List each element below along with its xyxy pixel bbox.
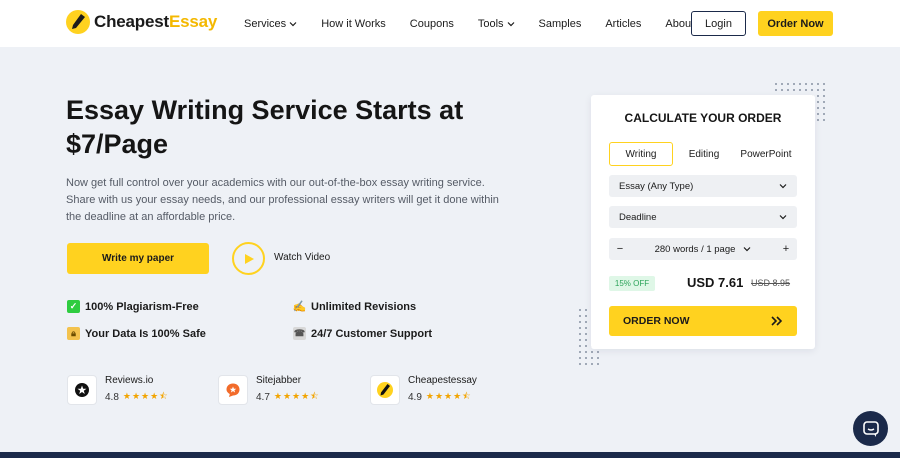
tab-editing[interactable]: Editing [673, 142, 735, 166]
support-icon: ☎ [293, 327, 306, 340]
order-calculator-card: CALCULATE YOUR ORDER Writing Editing Pow… [591, 95, 815, 349]
calculator-order-now-button[interactable]: ORDER NOW [609, 306, 797, 336]
deadline-select[interactable]: Deadline [609, 206, 797, 228]
lock-icon: 🔒︎ [67, 327, 80, 340]
sitejabber-logo-icon [218, 375, 248, 405]
star-rating: ★★★★⯪ [425, 391, 472, 401]
review-cheapestessay[interactable]: Cheapestessay 4.9 ★★★★⯪ [370, 375, 477, 405]
review-site-name: Sitejabber [256, 375, 302, 386]
paper-type-select[interactable]: Essay (Any Type) [609, 175, 797, 197]
review-site-name: Cheapestessay [408, 375, 477, 386]
feature-plagiarism-free: ✓ 100% Plagiarism-Free [67, 300, 199, 313]
chevron-down-icon [289, 21, 297, 26]
nav-item-samples[interactable]: Samples [539, 18, 582, 30]
login-button[interactable]: Login [691, 11, 746, 36]
star-rating: ★★★★⯪ [273, 391, 320, 401]
star-rating: ★★★★⯪ [122, 391, 169, 401]
total-price: USD 7.61 [687, 275, 744, 290]
main-nav: Services How it Works Coupons Tools Samp… [244, 0, 729, 47]
decrease-pages-button[interactable]: − [609, 243, 631, 255]
tab-powerpoint[interactable]: PowerPoint [735, 142, 797, 166]
feature-unlimited-revisions: ✍ Unlimited Revisions [292, 300, 417, 314]
chat-icon [862, 420, 879, 437]
play-icon [244, 253, 254, 264]
write-my-paper-button[interactable]: Write my paper [67, 243, 209, 274]
review-site-name: Reviews.io [105, 375, 154, 386]
service-tabs: Writing Editing PowerPoint [609, 142, 797, 166]
site-header: CheapestEssay Services How it Works Coup… [0, 0, 900, 47]
cheapestessay-logo-icon [370, 375, 400, 405]
pencil-icon: ✍ [292, 301, 307, 313]
review-score: 4.9 [408, 391, 422, 403]
nav-item-tools[interactable]: Tools [478, 18, 515, 30]
review-score: 4.7 [256, 391, 270, 403]
nav-item-how-it-works[interactable]: How it Works [321, 18, 386, 30]
reviews-io-logo-icon [67, 375, 97, 405]
order-now-header-button[interactable]: Order Now [758, 11, 833, 36]
watch-video-link[interactable]: Watch Video [274, 252, 330, 263]
feature-customer-support: ☎ 24/7 Customer Support [293, 327, 433, 340]
chevron-down-icon [779, 184, 787, 189]
increase-pages-button[interactable]: + [775, 243, 797, 255]
check-icon: ✓ [67, 300, 80, 313]
review-sitejabber[interactable]: Sitejabber 4.7 ★★★★⯪ [218, 375, 320, 405]
feature-data-safe: 🔒︎ Your Data Is 100% Safe [67, 327, 206, 340]
chevron-down-icon [507, 21, 514, 26]
footer-strip [0, 452, 900, 458]
nav-item-coupons[interactable]: Coupons [410, 18, 454, 30]
review-reviews-io[interactable]: Reviews.io 4.8 ★★★★⯪ [67, 375, 169, 405]
hero-description: Now get full control over your academics… [66, 177, 499, 223]
calculator-title: CALCULATE YOUR ORDER [624, 111, 782, 125]
pen-logo-icon [66, 10, 90, 34]
tab-writing[interactable]: Writing [609, 142, 673, 166]
chat-widget-button[interactable] [853, 411, 888, 446]
original-price: USD 8.95 [751, 278, 791, 288]
hero-title: Essay Writing Service Starts at $7/Page [66, 95, 464, 159]
discount-badge: 15% OFF [609, 276, 655, 291]
pages-select[interactable]: 280 words / 1 page [631, 244, 775, 255]
nav-item-services[interactable]: Services [244, 18, 297, 30]
review-score: 4.8 [105, 391, 119, 403]
chevron-down-icon [779, 215, 787, 220]
pages-stepper: − 280 words / 1 page + [609, 238, 797, 260]
double-chevron-right-icon [771, 316, 783, 326]
brand-name: CheapestEssay [94, 12, 218, 31]
brand-logo[interactable]: CheapestEssay [66, 10, 217, 34]
nav-item-articles[interactable]: Articles [605, 18, 641, 30]
play-video-button[interactable] [232, 242, 265, 275]
chevron-down-icon [743, 247, 751, 252]
